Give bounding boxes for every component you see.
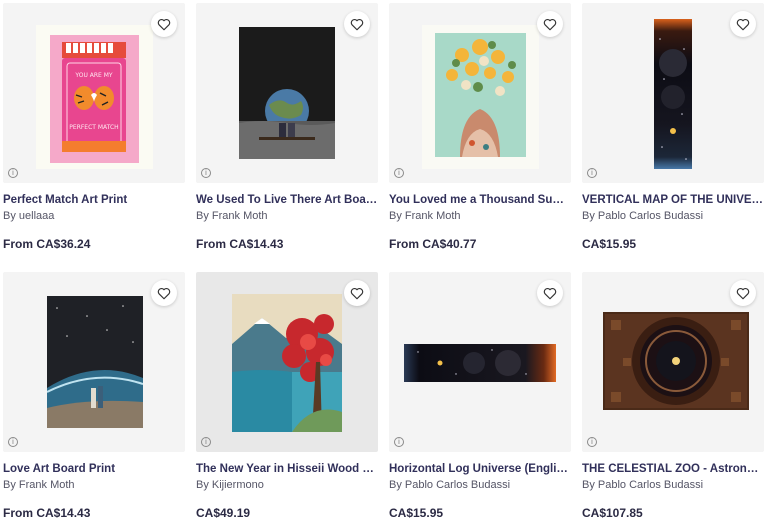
artwork-new-year-hisseii xyxy=(232,294,342,432)
favorite-heart-icon[interactable] xyxy=(730,11,756,37)
product-image[interactable]: i xyxy=(196,3,378,183)
product-artist[interactable]: By Frank Moth xyxy=(3,479,185,491)
info-icon[interactable]: i xyxy=(8,168,18,178)
info-icon[interactable]: i xyxy=(394,437,404,447)
product-title[interactable]: Love Art Board Print xyxy=(3,463,185,475)
artwork-text: PERFECT MATCH xyxy=(69,124,118,131)
product-price: From CA$14.43 xyxy=(196,237,284,251)
product-price: CA$107.85 xyxy=(582,506,643,520)
product-card[interactable]: i You Loved me a Thousand Summe... By Fr… xyxy=(389,3,571,251)
artwork-vertical-universe xyxy=(654,19,692,169)
product-artist[interactable]: By Pablo Carlos Budassi xyxy=(582,479,764,491)
product-card[interactable]: YOU ARE MY PERFECT MATCH i Perfect Match… xyxy=(3,3,185,251)
product-price: CA$15.95 xyxy=(582,237,637,251)
product-title[interactable]: You Loved me a Thousand Summe... xyxy=(389,194,571,206)
product-card[interactable]: i The New Year in Hisseii Wood Mou... By… xyxy=(196,272,378,520)
product-grid: YOU ARE MY PERFECT MATCH i Perfect Match… xyxy=(0,0,768,523)
heart-icon xyxy=(543,287,557,299)
product-image[interactable]: i xyxy=(389,3,571,183)
heart-icon xyxy=(736,287,750,299)
product-title[interactable]: THE CELESTIAL ZOO - Astronomic... xyxy=(582,463,764,475)
info-icon[interactable]: i xyxy=(587,437,597,447)
info-icon[interactable]: i xyxy=(587,168,597,178)
artwork-horizontal-universe xyxy=(404,344,556,382)
product-price: CA$49.19 xyxy=(196,506,251,520)
info-icon[interactable]: i xyxy=(201,437,211,447)
product-card[interactable]: i VERTICAL MAP OF THE UNIVERSE ... By Pa… xyxy=(582,3,764,251)
product-card[interactable]: i Love Art Board Print By Frank Moth Fro… xyxy=(3,272,185,520)
favorite-heart-icon[interactable] xyxy=(537,280,563,306)
favorite-heart-icon[interactable] xyxy=(151,280,177,306)
favorite-heart-icon[interactable] xyxy=(151,11,177,37)
favorite-heart-icon[interactable] xyxy=(344,11,370,37)
product-price: From CA$36.24 xyxy=(3,237,91,251)
heart-icon xyxy=(157,18,171,30)
product-title[interactable]: VERTICAL MAP OF THE UNIVERSE ... xyxy=(582,194,764,206)
product-artist[interactable]: By uellaaa xyxy=(3,210,185,222)
info-icon[interactable]: i xyxy=(201,168,211,178)
product-title[interactable]: Horizontal Log Universe (English - ... xyxy=(389,463,571,475)
product-image[interactable]: i xyxy=(582,272,764,452)
artwork-love xyxy=(47,296,143,428)
product-artist[interactable]: By Frank Moth xyxy=(389,210,571,222)
product-artist[interactable]: By Frank Moth xyxy=(196,210,378,222)
product-card[interactable]: i THE CELESTIAL ZOO - Astronomic... By P… xyxy=(582,272,764,520)
product-price: From CA$14.43 xyxy=(3,506,91,520)
product-image[interactable]: i xyxy=(3,272,185,452)
product-image[interactable]: i xyxy=(582,3,764,183)
favorite-heart-icon[interactable] xyxy=(730,280,756,306)
product-image[interactable]: YOU ARE MY PERFECT MATCH i xyxy=(3,3,185,183)
heart-icon xyxy=(350,287,364,299)
product-card[interactable]: i We Used To Live There Art Board P... B… xyxy=(196,3,378,251)
heart-icon xyxy=(157,287,171,299)
product-title[interactable]: The New Year in Hisseii Wood Mou... xyxy=(196,463,378,475)
product-price: CA$15.95 xyxy=(389,506,444,520)
product-image[interactable]: i xyxy=(196,272,378,452)
info-icon[interactable]: i xyxy=(8,437,18,447)
artwork-thousand-summers xyxy=(422,25,539,169)
heart-icon xyxy=(543,18,557,30)
heart-icon xyxy=(736,18,750,30)
product-artist[interactable]: By Kijiermono xyxy=(196,479,378,491)
product-price: From CA$40.77 xyxy=(389,237,477,251)
artwork-perfect-match: YOU ARE MY PERFECT MATCH xyxy=(36,25,153,169)
product-title[interactable]: We Used To Live There Art Board P... xyxy=(196,194,378,206)
product-card[interactable]: i Horizontal Log Universe (English - ...… xyxy=(389,272,571,520)
product-artist[interactable]: By Pablo Carlos Budassi xyxy=(582,210,764,222)
artwork-text: YOU ARE MY xyxy=(74,72,113,79)
info-icon[interactable]: i xyxy=(394,168,404,178)
product-artist[interactable]: By Pablo Carlos Budassi xyxy=(389,479,571,491)
product-image[interactable]: i xyxy=(389,272,571,452)
heart-icon xyxy=(350,18,364,30)
product-title[interactable]: Perfect Match Art Print xyxy=(3,194,185,206)
favorite-heart-icon[interactable] xyxy=(537,11,563,37)
artwork-celestial-zoo xyxy=(603,312,749,410)
artwork-we-used-to-live-there xyxy=(239,27,335,159)
favorite-heart-icon[interactable] xyxy=(344,280,370,306)
